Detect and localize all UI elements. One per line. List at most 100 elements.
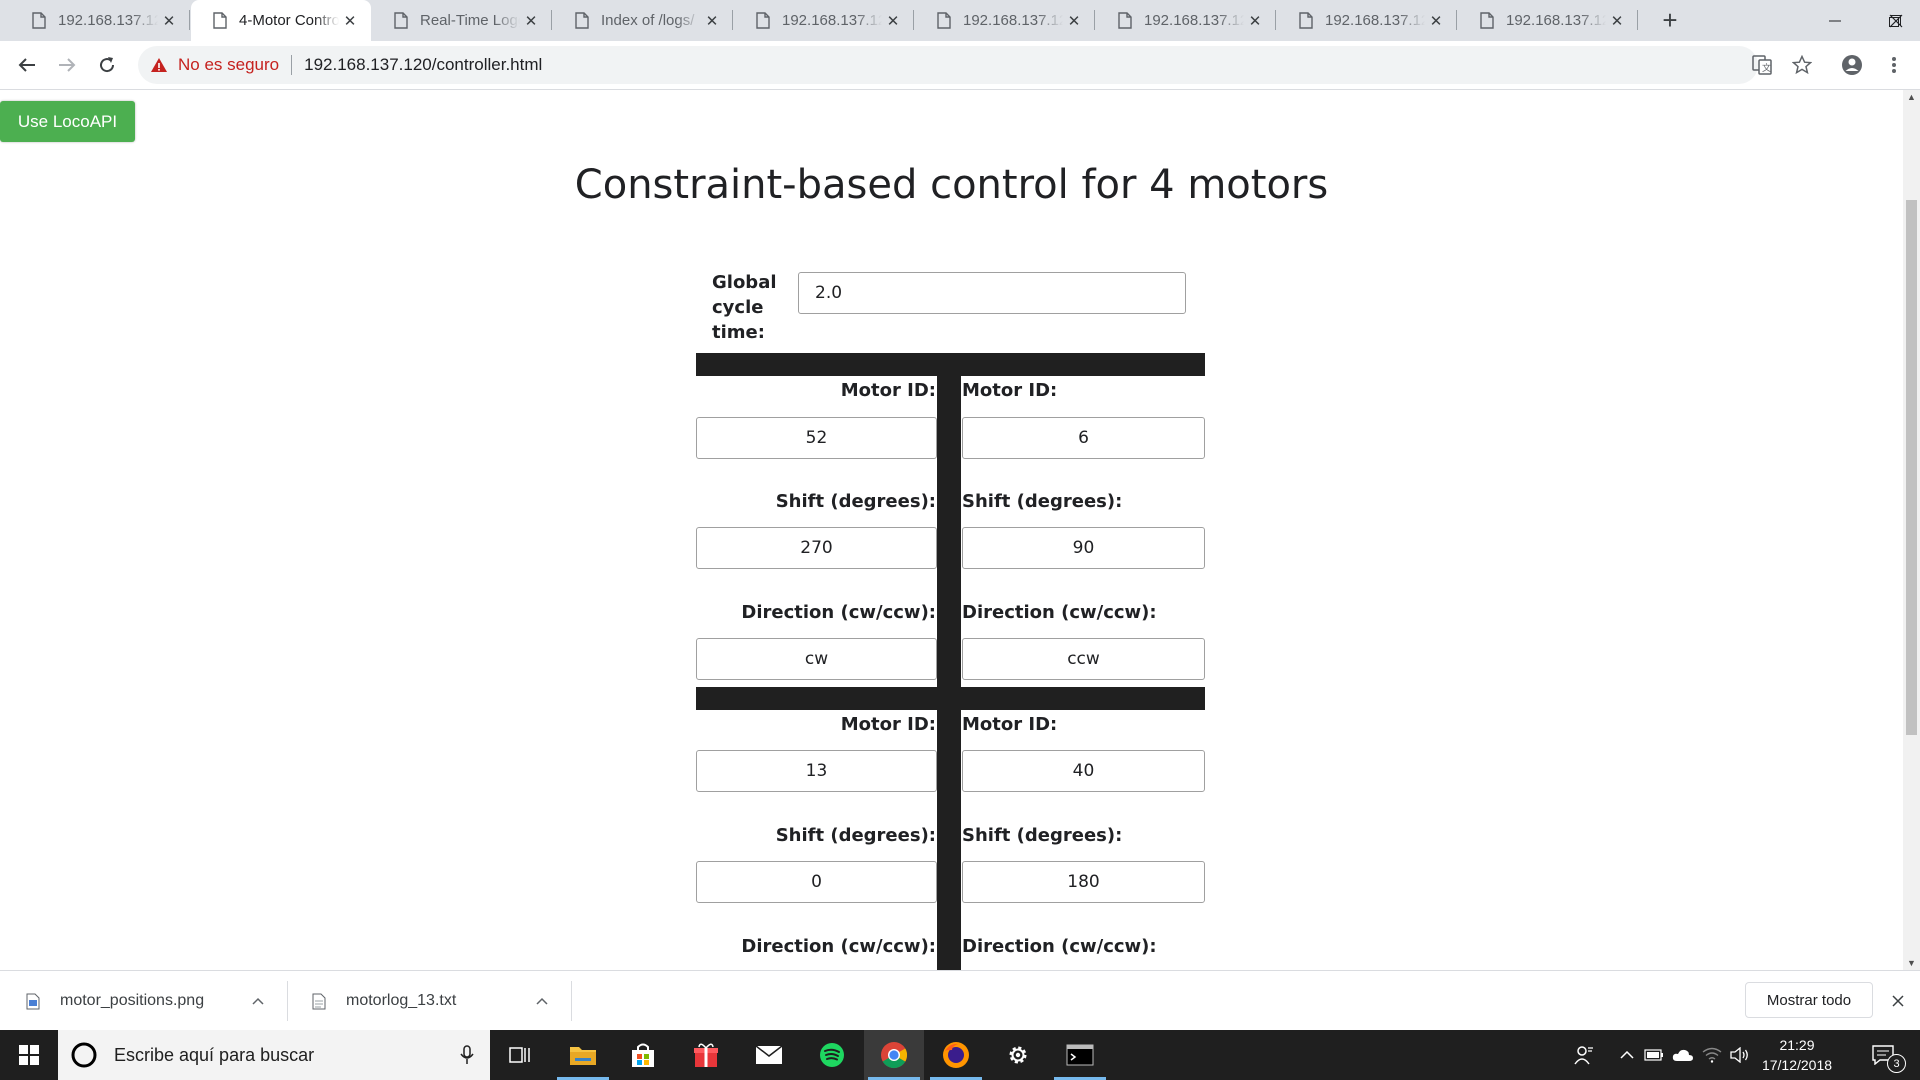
tab-separator — [1637, 10, 1638, 30]
motor2-direction-input[interactable]: ccw — [962, 638, 1205, 680]
clock-time: 21:29 — [1779, 1037, 1815, 1053]
motor4-shift-input[interactable]: 180 — [962, 861, 1205, 903]
close-window-button[interactable] — [1872, 0, 1920, 41]
new-tab-button[interactable]: + — [1655, 5, 1685, 35]
terminal-icon — [1066, 1044, 1094, 1066]
menu-button[interactable] — [1882, 53, 1906, 77]
download-item-2[interactable]: motorlog_13.txt — [312, 971, 542, 1031]
taskbar-search[interactable]: Escribe aquí para buscar — [58, 1030, 490, 1080]
address-bar[interactable]: No es seguro 192.168.137.120/controller.… — [138, 46, 1758, 84]
taskbar-chrome[interactable] — [864, 1030, 924, 1080]
tab-separator — [1094, 10, 1095, 30]
url-separator — [291, 55, 293, 75]
browser-tab[interactable]: 192.168.137.120/motorlog_9.txt✕ — [1458, 0, 1638, 41]
motor1-id-input[interactable]: 52 — [696, 417, 937, 459]
taskbar-firefox[interactable] — [926, 1030, 986, 1080]
download-item-1[interactable]: motor_positions.png — [26, 971, 266, 1031]
tab-title: 192.168.137.120/motorlog_13.txt — [58, 12, 158, 29]
document-icon — [575, 12, 589, 29]
cycle-time-input[interactable]: 2.0 — [798, 272, 1186, 314]
close-downloads-bar-button[interactable] — [1886, 989, 1910, 1013]
back-button[interactable] — [12, 50, 42, 80]
download-item-1-menu[interactable] — [248, 991, 268, 1011]
browser-tab[interactable]: 192.168.137.120/motorlog_12.txt✕ — [915, 0, 1095, 41]
motor3-id-label: Motor ID: — [840, 714, 936, 735]
task-view-icon — [509, 1047, 530, 1063]
close-tab-icon[interactable]: ✕ — [882, 10, 904, 32]
motor1-id-label: Motor ID: — [840, 380, 936, 401]
document-icon — [394, 12, 408, 29]
motor2-id-input[interactable]: 6 — [962, 417, 1205, 459]
taskbar-settings[interactable] — [988, 1030, 1048, 1080]
start-button[interactable] — [0, 1030, 58, 1080]
network-indicator[interactable] — [1700, 1030, 1724, 1080]
motor4-id-input[interactable]: 40 — [962, 750, 1205, 792]
url-text[interactable]: 192.168.137.120/controller.html — [304, 55, 542, 75]
profile-button[interactable] — [1840, 53, 1864, 77]
scroll-up-arrow[interactable]: ▲ — [1903, 90, 1920, 104]
browser-tab[interactable]: Real-Time Logger✕ — [372, 0, 552, 41]
mail-icon — [755, 1045, 783, 1064]
forward-button[interactable] — [52, 50, 82, 80]
motor2-shift-input[interactable]: 90 — [962, 527, 1205, 569]
tab-separator — [913, 10, 914, 30]
motor1-direction-input[interactable]: cw — [696, 638, 937, 680]
close-tab-icon[interactable]: ✕ — [1606, 10, 1628, 32]
motor3-shift-input[interactable]: 0 — [696, 861, 937, 903]
motor2-shift-label: Shift (degrees): — [962, 491, 1123, 512]
volume-indicator[interactable] — [1728, 1030, 1752, 1080]
browser-tab[interactable]: 192.168.137.120/motorlog_10.txt✕ — [1277, 0, 1457, 41]
browser-tab[interactable]: 192.168.137.120/motorlog_11.txt✕ — [1096, 0, 1276, 41]
close-tab-icon[interactable]: ✕ — [158, 10, 180, 32]
close-tab-icon[interactable]: ✕ — [1244, 10, 1266, 32]
security-status[interactable]: No es seguro — [178, 55, 279, 75]
taskbar-mail[interactable] — [739, 1030, 799, 1080]
motor3-id-input[interactable]: 13 — [696, 750, 937, 792]
chevron-up-icon — [536, 997, 548, 1005]
browser-tab[interactable]: 4-Motor Controller✕ — [191, 0, 371, 41]
taskbar-clock[interactable]: 21:29 17/12/2018 — [1752, 1035, 1842, 1075]
folder-icon — [570, 1047, 596, 1065]
motor1-shift-input[interactable]: 270 — [696, 527, 937, 569]
taskbar-spotify[interactable] — [802, 1030, 862, 1080]
tab-title: 192.168.137.120/motorlog_12.txt — [963, 12, 1063, 29]
scroll-down-arrow[interactable]: ▼ — [1903, 956, 1920, 970]
document-icon — [32, 12, 46, 29]
translate-button[interactable]: 文 — [1750, 53, 1774, 77]
close-tab-icon[interactable]: ✕ — [520, 10, 542, 32]
battery-indicator[interactable] — [1642, 1030, 1666, 1080]
tab-title: Real-Time Logger — [420, 12, 520, 29]
browser-tab[interactable]: Index of /logs/ ✕ — [553, 0, 733, 41]
browser-tab[interactable]: 192.168.137.120/motor_positions.png✕ — [734, 0, 914, 41]
download-item-2-menu[interactable] — [532, 991, 552, 1011]
taskbar-gift-app[interactable] — [676, 1030, 736, 1080]
minimize-button[interactable] — [1805, 0, 1865, 41]
reload-button[interactable] — [92, 50, 122, 80]
bookmark-button[interactable] — [1790, 53, 1814, 77]
gift-icon — [694, 1043, 718, 1067]
microphone-icon[interactable] — [460, 1045, 474, 1065]
onedrive-indicator[interactable] — [1670, 1030, 1696, 1080]
task-view-button[interactable] — [490, 1030, 550, 1080]
close-tab-icon[interactable]: ✕ — [339, 10, 361, 32]
close-tab-icon[interactable]: ✕ — [701, 10, 723, 32]
tab-title: Index of /logs/ — [601, 12, 695, 29]
taskbar-store[interactable] — [613, 1030, 673, 1080]
taskbar-terminal[interactable] — [1050, 1030, 1110, 1080]
page-scrollbar[interactable]: ▲ ▼ — [1903, 90, 1920, 970]
close-tab-icon[interactable]: ✕ — [1425, 10, 1447, 32]
minimize-icon — [1829, 20, 1841, 21]
tab-separator — [1275, 10, 1276, 30]
browser-tab[interactable]: 192.168.137.120/motorlog_13.txt✕ — [10, 0, 190, 41]
clock-date: 17/12/2018 — [1761, 1057, 1833, 1073]
page-title: Constraint-based control for 4 motors — [574, 162, 1329, 208]
show-hidden-icons-button[interactable] — [1615, 1030, 1639, 1080]
show-all-downloads-button[interactable]: Mostrar todo — [1745, 982, 1873, 1018]
scroll-thumb[interactable] — [1906, 200, 1917, 735]
people-button[interactable] — [1570, 1030, 1598, 1080]
close-tab-icon[interactable]: ✕ — [1063, 10, 1085, 32]
motor1-shift-label: Shift (degrees): — [775, 491, 936, 512]
use-locoapi-button[interactable]: Use LocoAPI — [0, 101, 135, 142]
tab-separator — [189, 10, 190, 30]
taskbar-file-explorer[interactable] — [553, 1030, 613, 1080]
